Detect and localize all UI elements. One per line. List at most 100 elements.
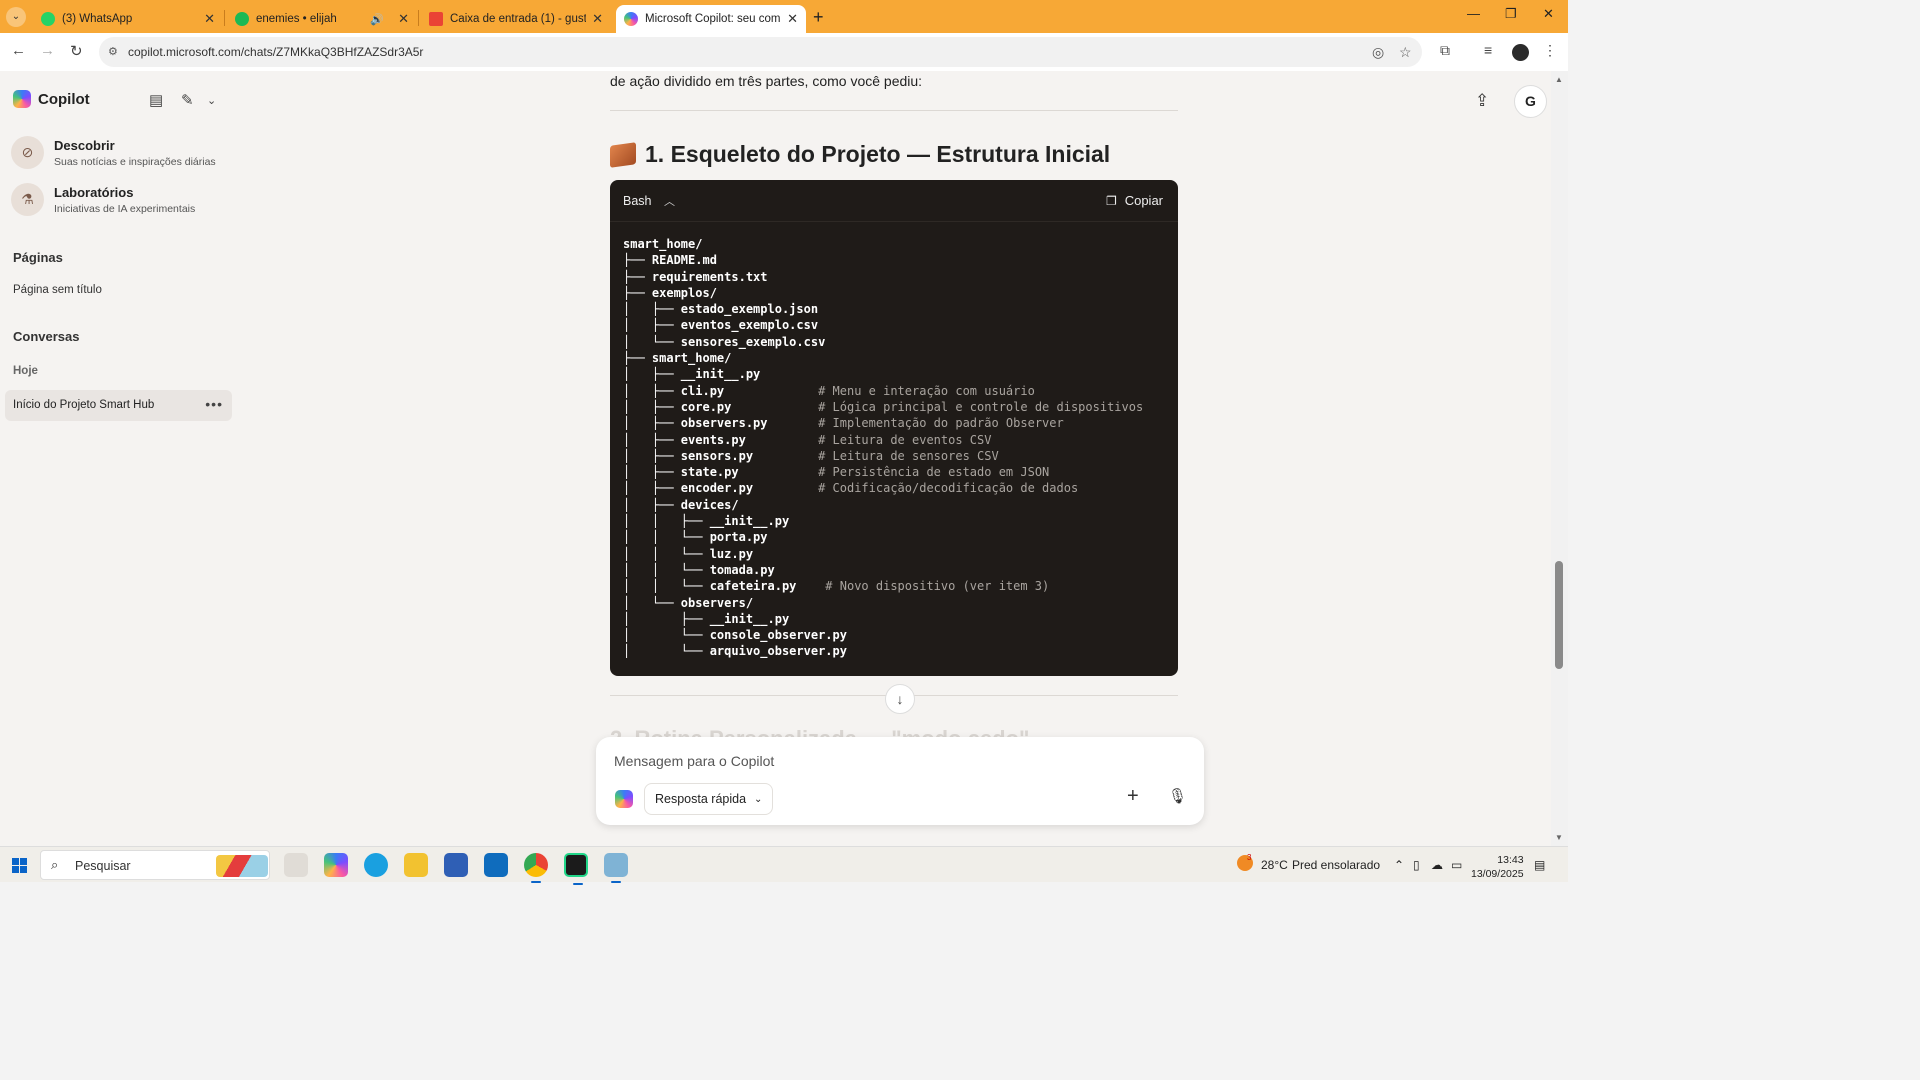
chevron-up-icon[interactable]: ︿ bbox=[664, 193, 675, 209]
copilot-logo[interactable]: Copilot bbox=[13, 90, 90, 108]
tab-search-chevron-icon[interactable]: ⌄ bbox=[6, 7, 26, 27]
back-arrow-icon[interactable]: ← bbox=[11, 42, 26, 59]
chevron-down-icon[interactable]: ⌄ bbox=[207, 94, 216, 107]
store-icon[interactable] bbox=[444, 853, 468, 877]
add-attachment-plus-icon[interactable]: + bbox=[1127, 785, 1139, 808]
code-comment: # Leitura de sensores CSV bbox=[818, 448, 999, 463]
address-bar[interactable]: ⚙ copilot.microsoft.com/chats/Z7MKkaQ3BH… bbox=[99, 37, 1422, 67]
code-text: │ │ └── tomada.py bbox=[623, 562, 775, 577]
bookmark-star-icon[interactable]: ☆ bbox=[1399, 44, 1412, 61]
conversation-item[interactable]: Início do Projeto Smart Hub ••• bbox=[5, 390, 232, 421]
flask-icon: ⚗ bbox=[11, 183, 44, 216]
page-scrollbar[interactable]: ▲ ▼ bbox=[1551, 71, 1568, 846]
code-text: ├── smart_home/ bbox=[623, 351, 732, 366]
media-controls-icon[interactable]: ≡ bbox=[1484, 42, 1492, 58]
taskbar-search[interactable]: ⌕ Pesquisar bbox=[40, 850, 270, 880]
code-text: │ ├── cli.py bbox=[623, 383, 819, 398]
network-icon[interactable]: ▭ bbox=[1451, 858, 1462, 872]
sidebar-item-laboratorios[interactable]: ⚗ Laboratórios Iniciativas de IA experim… bbox=[11, 183, 195, 216]
forward-arrow-icon[interactable]: → bbox=[40, 42, 55, 59]
reload-icon[interactable]: ↻ bbox=[70, 42, 83, 60]
code-text: │ ├── __init__.py bbox=[623, 367, 761, 382]
user-avatar[interactable]: G bbox=[1514, 85, 1547, 118]
close-tab-icon[interactable]: ✕ bbox=[592, 11, 603, 27]
code-block-header: Bash ︿ ❐ Copiar bbox=[610, 180, 1178, 222]
file-explorer-icon[interactable] bbox=[404, 853, 428, 877]
code-text: ├── exemplos/ bbox=[623, 285, 717, 300]
outlook-icon[interactable] bbox=[484, 853, 508, 877]
tab-gmail[interactable]: Caixa de entrada (1) - gustavot ✕ bbox=[421, 5, 611, 33]
code-line: │ │ ├── __init__.py bbox=[623, 513, 1143, 529]
site-info-icon[interactable]: ⚙ bbox=[108, 45, 118, 58]
code-text: │ ├── state.py bbox=[623, 465, 819, 480]
tray-device-icon[interactable]: ▯ bbox=[1413, 858, 1420, 872]
browser-menu-icon[interactable]: ⋮ bbox=[1543, 42, 1557, 59]
sidebar-toggle-icon[interactable]: ▤ bbox=[149, 91, 163, 109]
pycharm-icon[interactable] bbox=[564, 853, 588, 885]
close-tab-icon[interactable]: ✕ bbox=[398, 11, 409, 27]
copilot-logo-icon bbox=[13, 90, 31, 108]
code-text: │ │ └── cafeteira.py bbox=[623, 579, 826, 594]
more-options-icon[interactable]: ••• bbox=[205, 396, 223, 412]
pages-heading: Páginas bbox=[13, 250, 63, 265]
code-text: │ ├── eventos_exemplo.csv bbox=[623, 318, 819, 333]
code-comment: # Implementação do padrão Observer bbox=[818, 416, 1064, 431]
scroll-down-arrow-icon[interactable]: ↓ bbox=[885, 684, 915, 714]
copy-button[interactable]: ❐ Copiar bbox=[1106, 193, 1163, 208]
scrollbar-thumb[interactable] bbox=[1555, 561, 1563, 669]
new-chat-icon[interactable]: ✎ bbox=[181, 91, 194, 109]
new-tab-plus-icon[interactable]: + bbox=[813, 7, 824, 28]
url-text[interactable]: copilot.microsoft.com/chats/Z7MKkaQ3BHfZ… bbox=[128, 45, 423, 59]
system-clock[interactable]: 13:43 13/09/2025 bbox=[1471, 853, 1524, 881]
code-line: ├── exemplos/ bbox=[623, 285, 1143, 301]
chrome-icon[interactable] bbox=[524, 853, 548, 883]
tab-copilot[interactable]: Microsoft Copilot: seu compani ✕ bbox=[616, 5, 806, 33]
tray-chevron-up-icon[interactable]: ⌃ bbox=[1394, 858, 1404, 872]
copilot-icon bbox=[624, 12, 638, 26]
scroll-down-arrow-icon[interactable]: ▼ bbox=[1555, 833, 1563, 842]
tab-spotify[interactable]: enemies • elijah 🔊 ✕ bbox=[227, 5, 417, 33]
browser-profile-avatar[interactable] bbox=[1512, 44, 1529, 61]
speaker-icon[interactable]: 🔊 bbox=[370, 13, 384, 26]
eye-off-icon[interactable]: ◎ bbox=[1372, 44, 1384, 61]
code-line: │ │ └── porta.py bbox=[623, 529, 1143, 545]
extensions-puzzle-icon[interactable]: ⧉ bbox=[1440, 42, 1450, 59]
task-view-icon[interactable] bbox=[284, 853, 308, 877]
code-text: │ └── arquivo_observer.py bbox=[623, 644, 847, 659]
code-text: smart_home/ bbox=[623, 237, 703, 251]
restore-icon[interactable]: ❐ bbox=[1505, 6, 1517, 22]
share-icon[interactable]: ⇪ bbox=[1475, 91, 1489, 111]
sidebar-item-descobrir[interactable]: ⊘ Descobrir Suas notícias e inspirações … bbox=[11, 136, 216, 169]
whatsapp-icon bbox=[41, 12, 55, 26]
close-tab-icon[interactable]: ✕ bbox=[787, 11, 798, 27]
microphone-icon[interactable]: 🎙 bbox=[1168, 787, 1187, 805]
tab-title: enemies • elijah bbox=[256, 13, 337, 25]
code-line: smart_home/ bbox=[623, 236, 1143, 252]
notifications-icon[interactable]: ▤ bbox=[1534, 858, 1545, 872]
scroll-up-arrow-icon[interactable]: ▲ bbox=[1555, 75, 1563, 84]
edge-icon[interactable] bbox=[364, 853, 388, 877]
message-input[interactable]: Mensagem para o Copilot bbox=[614, 753, 774, 769]
sidebar-item-title: Descobrir bbox=[54, 137, 115, 153]
message-composer: Mensagem para o Copilot Resposta rápida … bbox=[596, 737, 1204, 825]
tab-whatsapp[interactable]: (3) WhatsApp ✕ bbox=[33, 5, 223, 33]
copilot-app-icon[interactable] bbox=[324, 853, 348, 877]
response-mode-dropdown[interactable]: Resposta rápida ⌄ bbox=[644, 783, 774, 815]
code-content[interactable]: smart_home/ ├── README.md ├── requirements… bbox=[623, 236, 1143, 660]
weather-temp[interactable]: 28°C bbox=[1261, 858, 1288, 872]
code-text: ├── README.md bbox=[623, 253, 717, 268]
copy-icon: ❐ bbox=[1105, 193, 1117, 208]
code-comment: # Novo dispositivo (ver item 3) bbox=[825, 579, 1050, 594]
page-link[interactable]: Página sem título bbox=[13, 284, 102, 296]
snipping-tool-icon[interactable] bbox=[604, 853, 628, 883]
weather-desc[interactable]: Pred ensolarado bbox=[1292, 858, 1380, 872]
clock-date: 13/09/2025 bbox=[1471, 868, 1524, 880]
onedrive-icon[interactable]: ☁ bbox=[1431, 858, 1443, 872]
close-tab-icon[interactable]: ✕ bbox=[204, 11, 215, 27]
minimize-icon[interactable]: — bbox=[1467, 6, 1480, 21]
code-text: │ │ └── luz.py bbox=[623, 546, 754, 561]
window-close-icon[interactable]: ✕ bbox=[1543, 6, 1554, 22]
search-highlight-image bbox=[216, 855, 268, 877]
windows-start-icon[interactable] bbox=[12, 858, 27, 873]
copilot-mode-icon bbox=[615, 790, 633, 808]
